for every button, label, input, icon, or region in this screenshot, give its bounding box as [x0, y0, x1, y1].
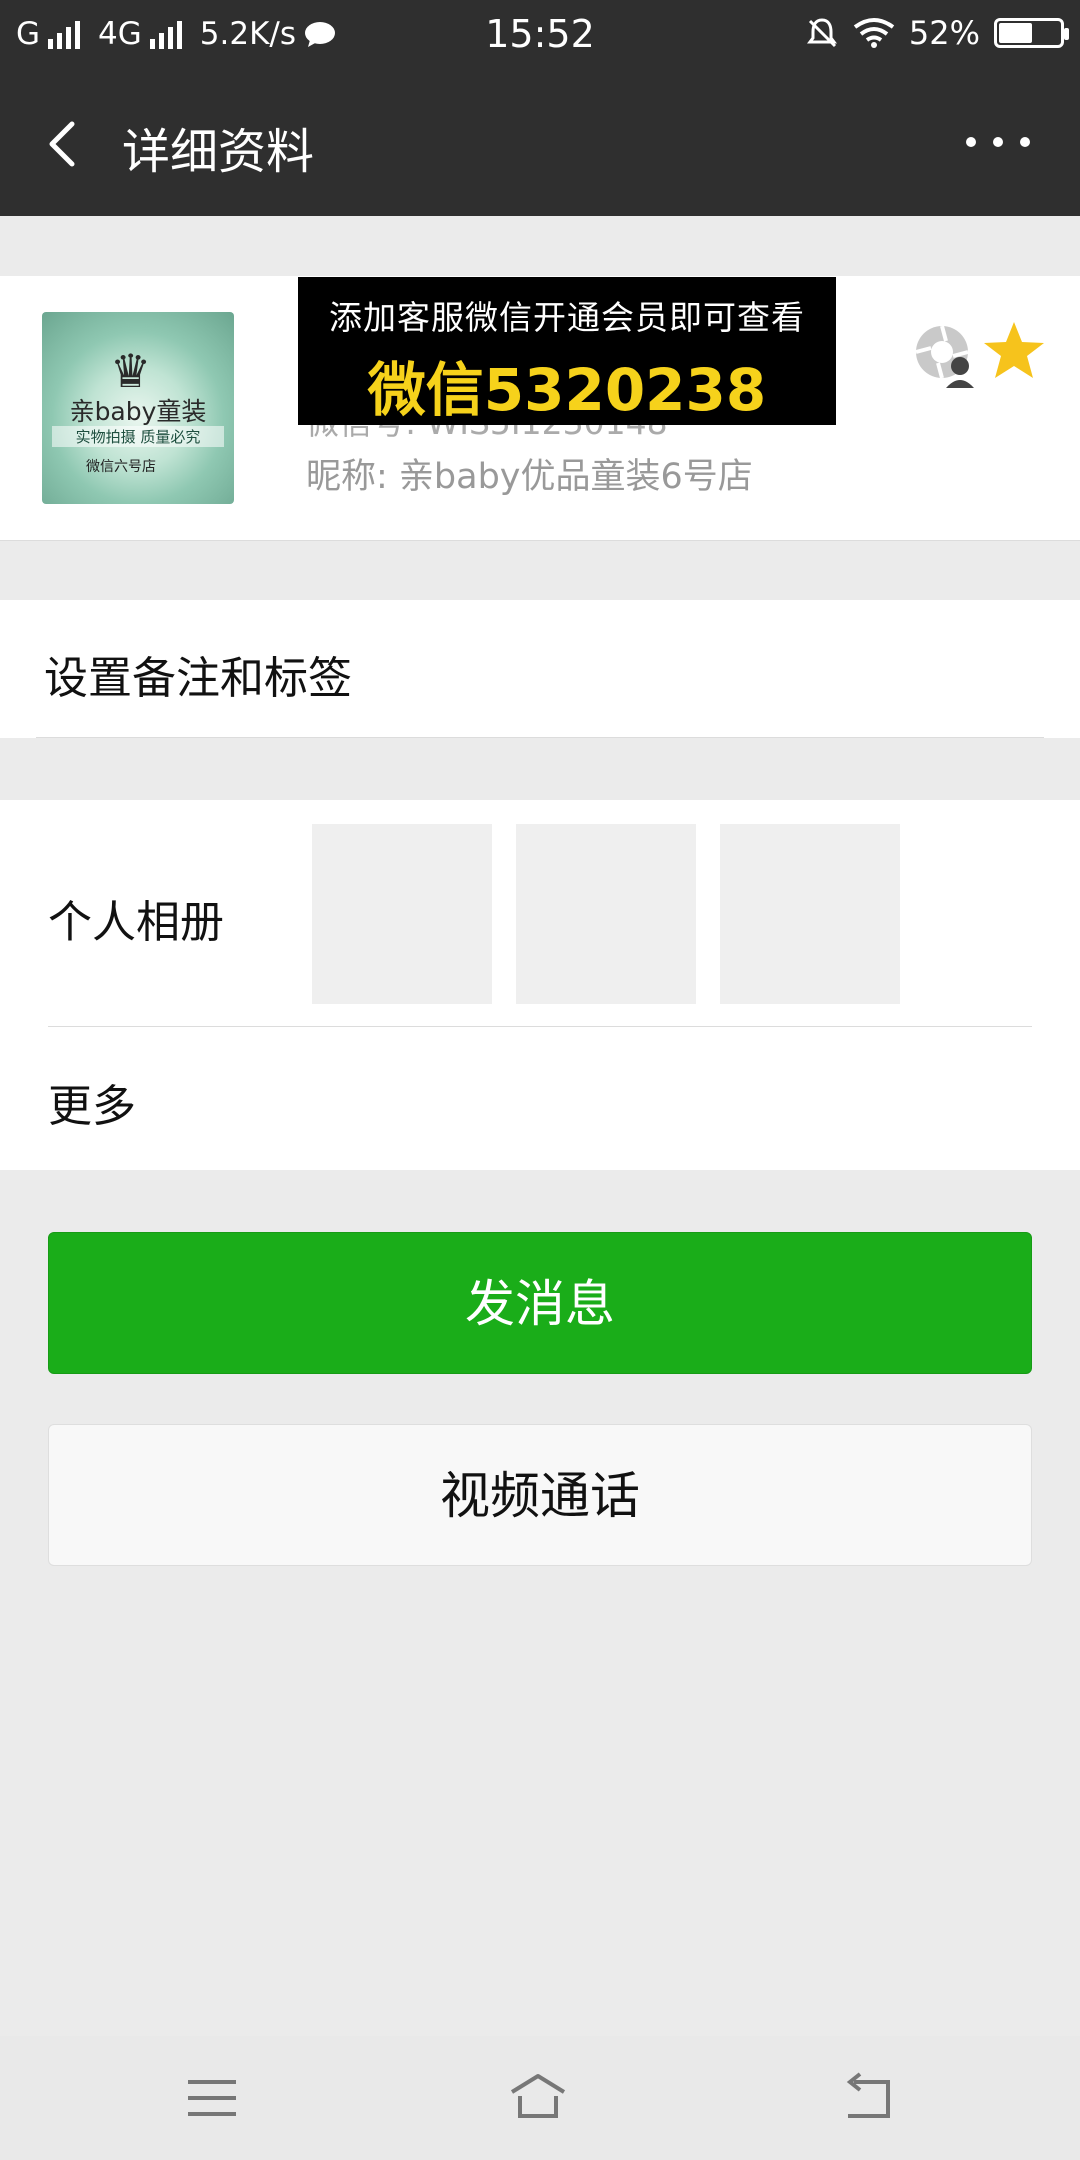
more-row[interactable]: 更多 — [48, 1070, 136, 1134]
album-thumbnail[interactable] — [720, 824, 900, 1004]
video-call-button[interactable]: 视频通话 — [48, 1424, 1032, 1566]
remark-row[interactable]: 设置备注和标签 — [0, 600, 1080, 738]
banner-line1: 添加客服微信开通会员即可查看 — [329, 298, 805, 337]
send-message-button[interactable]: 发消息 — [48, 1232, 1032, 1374]
album-thumbnail[interactable] — [312, 824, 492, 1004]
more-dots-icon[interactable] — [966, 122, 1030, 162]
crown-icon: ♛ — [110, 344, 152, 398]
battery-percent: 52% — [908, 14, 980, 52]
avatar[interactable]: ♛ 亲baby童装 实物拍摄 质量必究 微信六号店 — [42, 312, 234, 504]
avatar-name: 亲baby童装 — [69, 397, 207, 426]
chevron-left-icon[interactable] — [36, 116, 92, 172]
menu-icon[interactable] — [182, 2072, 242, 2124]
avatar-store: 微信六号店 — [86, 459, 156, 475]
promo-banner: 添加客服微信开通会员即可查看 微信5320238 — [298, 277, 836, 425]
back-icon[interactable] — [838, 2072, 898, 2124]
banner-line2: 微信5320238 — [367, 356, 767, 424]
remark-label: 设置备注和标签 — [44, 653, 352, 704]
home-icon[interactable] — [508, 2072, 568, 2124]
wifi-icon — [853, 18, 895, 48]
nickname: 昵称: 亲baby优品童装6号店 — [306, 457, 753, 497]
status-bar: G 4G 5.2K/s 15:52 52% — [0, 0, 1080, 72]
album-section: 个人相册 更多 — [0, 800, 1080, 1170]
moments-shutter-icon — [915, 325, 974, 388]
system-nav-bar — [0, 2036, 1080, 2160]
album-label[interactable]: 个人相册 — [48, 886, 224, 950]
page-title: 详细资料 — [122, 124, 315, 180]
title-bar: 详细资料 — [0, 72, 1080, 216]
divider — [48, 1026, 1032, 1027]
top-bar: G 4G 5.2K/s 15:52 52% 详细资料 — [0, 0, 1080, 216]
mute-bell-icon — [806, 18, 837, 48]
avatar-tagline: 实物拍摄 质量必究 — [52, 426, 224, 447]
star-icon[interactable] — [982, 318, 1046, 382]
divider — [36, 737, 1044, 738]
album-thumbnail[interactable] — [516, 824, 696, 1004]
battery-level — [999, 23, 1033, 43]
battery-icon — [994, 18, 1069, 48]
